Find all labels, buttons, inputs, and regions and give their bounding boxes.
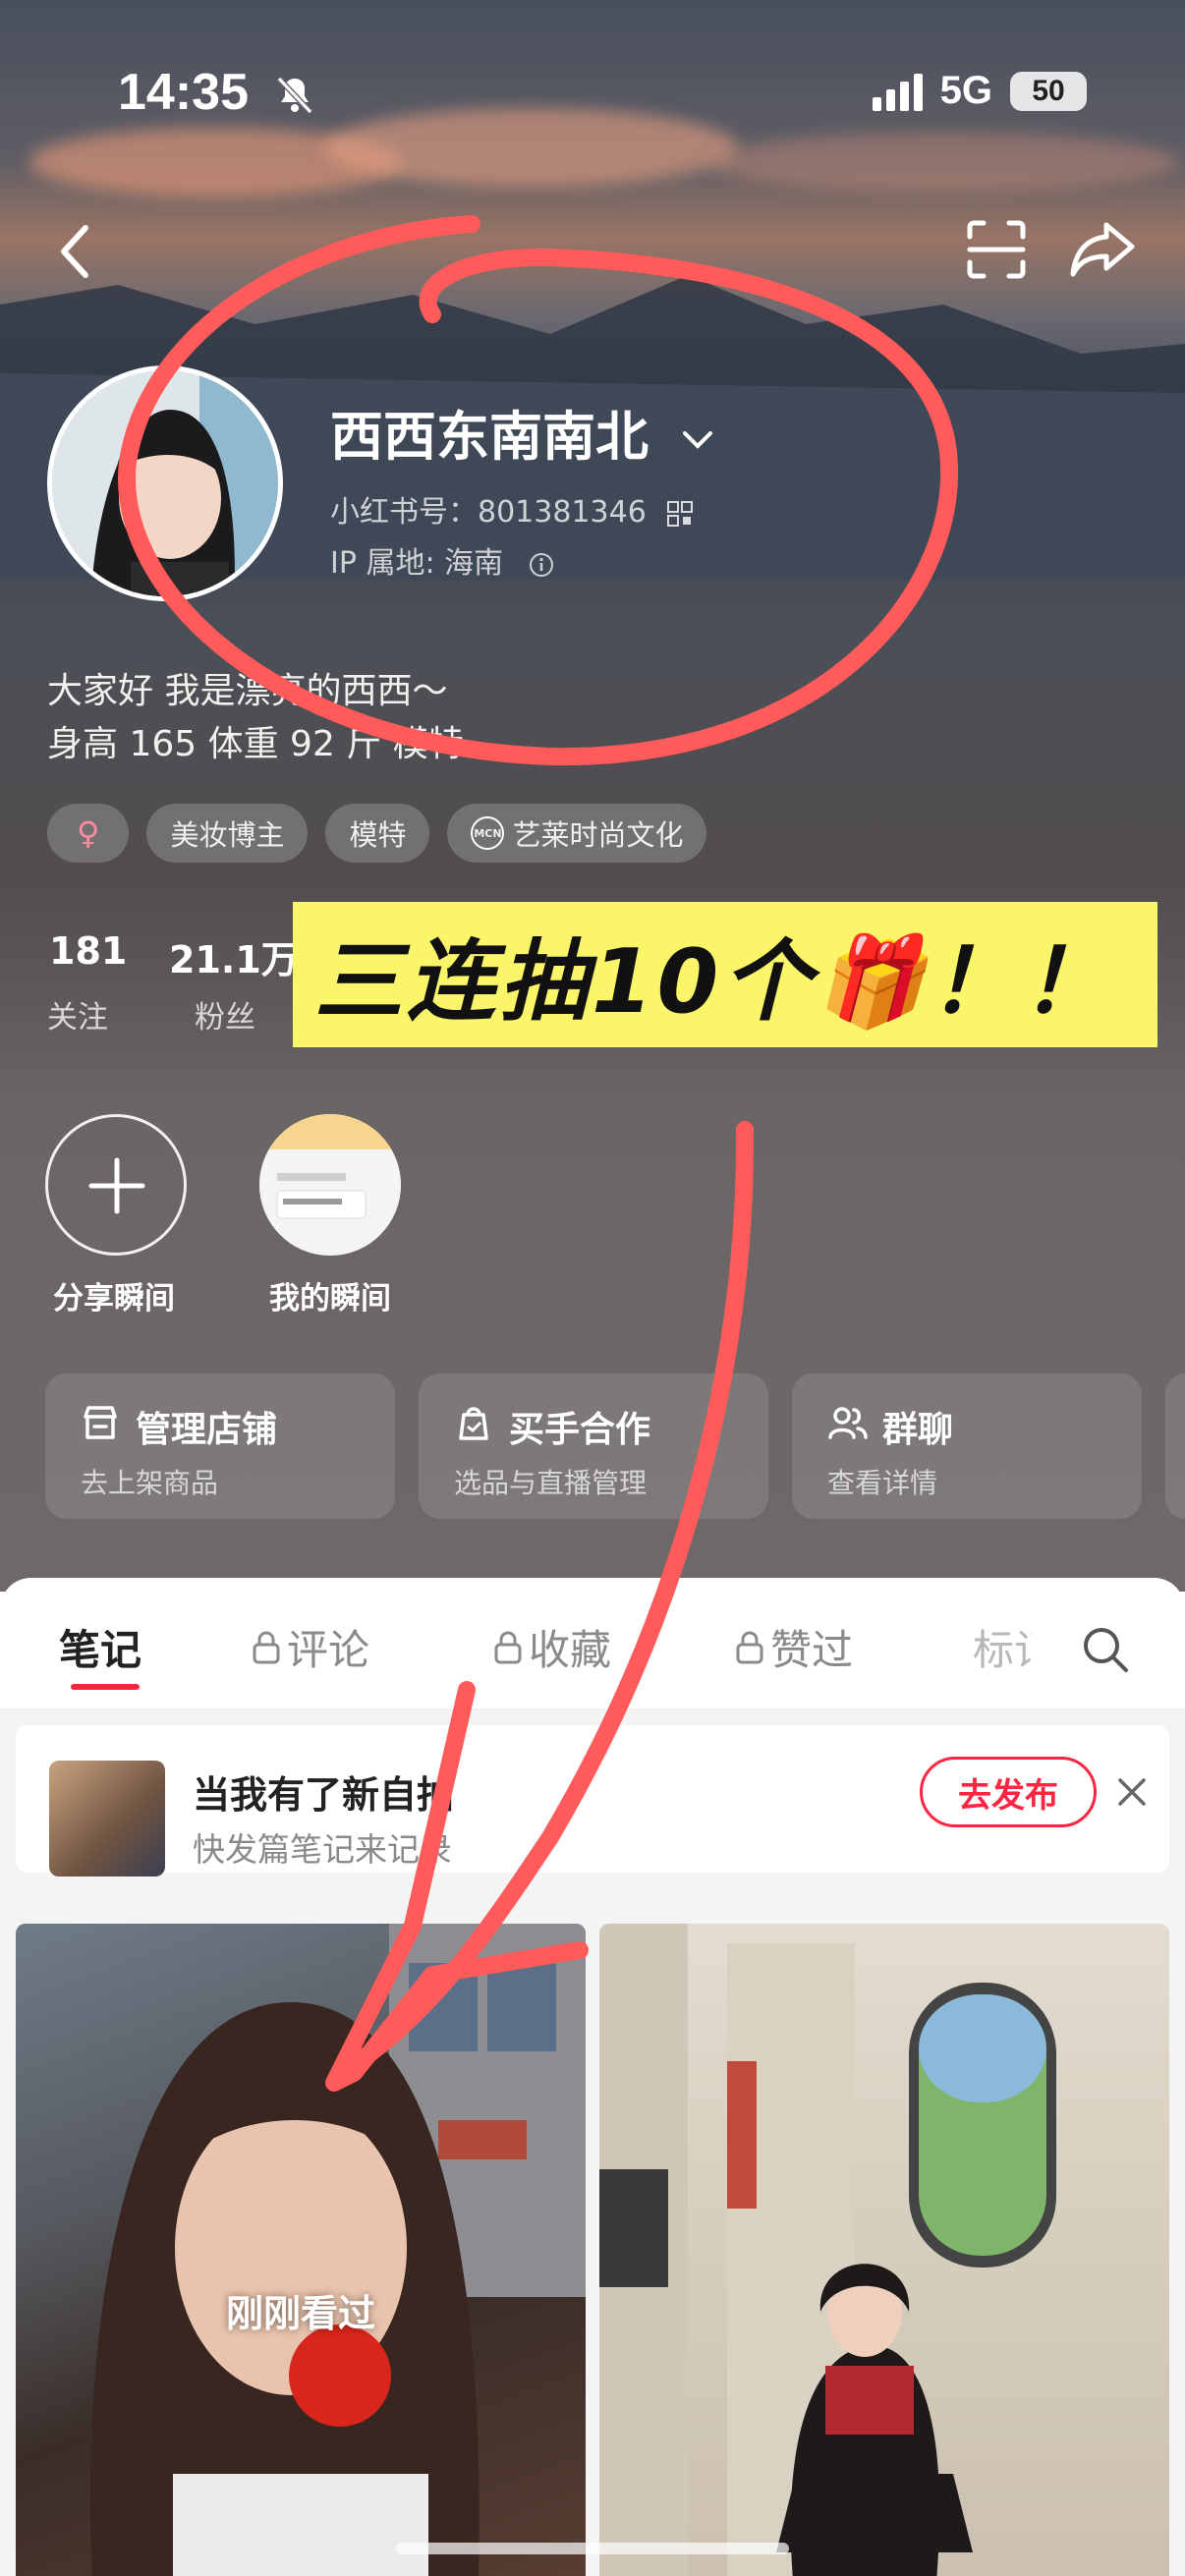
profile-header: 14:35 5G 50 西西东南南北 小红书号：801381346 IP 属地:…	[0, 0, 1185, 1592]
tab-label: 评论	[287, 1626, 370, 1674]
moment-preview	[259, 1114, 401, 1256]
tag-label: 艺莱时尚文化	[512, 818, 684, 852]
tab-marked[interactable]: 标记	[973, 1617, 1032, 1677]
tag-mcn[interactable]: MCN 艺莱时尚文化	[447, 804, 707, 863]
my-moment-label: 我的瞬间	[269, 1281, 391, 1316]
qr-code-icon[interactable]	[667, 500, 694, 527]
tool-more[interactable]	[1165, 1373, 1185, 1519]
tag-label: 美妆博主	[170, 818, 285, 852]
tab-comments[interactable]: 评论	[252, 1617, 369, 1677]
tag-beauty-blogger[interactable]: 美妆博主	[146, 804, 309, 863]
plus-icon	[88, 1157, 145, 1214]
store-icon	[84, 1406, 117, 1439]
lock-icon	[736, 1631, 763, 1663]
tab-label: 笔记	[59, 1626, 142, 1674]
profile-name-text: 西西东南南北	[330, 406, 649, 468]
tool-subtitle: 选品与直播管理	[454, 1467, 648, 1499]
tab-bar: 笔记 评论 收藏 赞过 标记	[0, 1578, 1185, 1709]
tool-title: 群聊	[882, 1410, 954, 1450]
my-moment-thumbnail[interactable]	[259, 1114, 401, 1256]
lock-icon	[253, 1631, 280, 1663]
network-type: 5G	[939, 69, 992, 112]
mcn-icon: MCN	[471, 816, 505, 850]
tag-model[interactable]: 模特	[325, 804, 430, 863]
prompt-subtitle: 快发篇笔记来记录	[193, 1830, 452, 1869]
tab-collections[interactable]: 收藏	[493, 1617, 611, 1677]
prompt-title: 当我有了新自拍	[193, 1773, 455, 1817]
tab-label: 收藏	[529, 1626, 612, 1674]
recently-viewed-label: 刚刚看过	[225, 2292, 375, 2335]
tab-liked[interactable]: 赞过	[735, 1617, 853, 1677]
scan-button[interactable]	[961, 214, 1032, 285]
bag-icon	[459, 1407, 488, 1440]
tool-group-chat[interactable]: 群聊 查看详情	[792, 1373, 1142, 1519]
share-button[interactable]	[1065, 214, 1140, 285]
chevron-down-icon[interactable]	[681, 428, 714, 452]
bio-line-2: 身高 165 体重 92 斤 模特	[47, 724, 464, 764]
tag-list: ♀ 美妆博主 模特 MCN 艺莱时尚文化	[47, 804, 707, 863]
bio-line-1: 大家好 我是漂亮的西西～	[47, 671, 448, 711]
tool-title: 管理店铺	[136, 1410, 278, 1450]
publish-button[interactable]: 去发布	[920, 1757, 1097, 1827]
profile-name[interactable]: 西西东南南北	[330, 393, 714, 471]
xhs-id-row: 小红书号：801381346	[330, 487, 694, 531]
note-cover-image	[599, 1924, 1056, 2576]
tool-subtitle: 查看详情	[827, 1467, 938, 1499]
battery-icon: 50	[1010, 71, 1087, 111]
xhs-id: 小红书号：801381346	[330, 495, 647, 530]
share-moment-label: 分享瞬间	[53, 1281, 175, 1316]
tag-gender: ♀	[47, 804, 130, 863]
ip-location-row: IP 属地: 海南	[330, 538, 554, 582]
share-arrow-icon	[1070, 222, 1135, 277]
home-indicator	[396, 2543, 789, 2554]
notes-section: 笔记 评论 收藏 赞过 标记 当我有了新自拍 快发篇笔记来记录 去发布	[0, 1578, 1185, 2576]
back-button[interactable]	[43, 216, 106, 287]
avatar[interactable]	[47, 365, 283, 601]
status-icons: 5G 50	[872, 69, 1087, 113]
tool-buyer-coop[interactable]: 买手合作 选品与直播管理	[419, 1373, 768, 1519]
tag-label: 模特	[349, 818, 407, 852]
avatar-photo	[52, 370, 278, 596]
new-selfie-prompt: 当我有了新自拍 快发篇笔记来记录 去发布	[16, 1725, 1169, 1876]
chevron-left-icon	[61, 225, 88, 278]
status-bar: 14:35 5G 50	[0, 0, 1185, 196]
note-card[interactable]: 刚刚看过	[16, 1924, 586, 2576]
tool-manage-store[interactable]: 管理店铺 去上架商品	[45, 1373, 395, 1519]
active-tab-indicator	[71, 1684, 140, 1690]
tab-notes[interactable]: 笔记	[59, 1617, 141, 1677]
group-icon	[828, 1407, 868, 1439]
scan-icon	[967, 220, 1026, 279]
status-time: 14:35	[118, 64, 249, 121]
followers-count[interactable]: 21.1万	[169, 929, 299, 983]
female-icon: ♀	[77, 814, 100, 852]
following-count[interactable]: 181	[49, 929, 127, 973]
prompt-thumbnail	[49, 1761, 165, 1876]
info-icon[interactable]	[529, 552, 554, 578]
close-icon[interactable]	[1114, 1774, 1150, 1810]
tool-title: 买手合作	[509, 1410, 651, 1450]
note-cover-image	[89, 1924, 586, 2576]
tab-label: 赞过	[770, 1626, 854, 1674]
ip-location: IP 属地: 海南	[330, 546, 504, 581]
giveaway-banner: 三连抽10个🎁！！	[293, 902, 1157, 1047]
tool-subtitle: 去上架商品	[81, 1467, 219, 1499]
mute-bell-icon	[276, 76, 313, 115]
search-icon[interactable]	[1081, 1625, 1130, 1674]
lock-icon	[494, 1631, 522, 1663]
followers-label: 粉丝	[195, 1000, 255, 1036]
giveaway-banner-text: 三连抽10个🎁！！	[314, 930, 1114, 1034]
share-moment-button[interactable]	[45, 1114, 187, 1256]
following-label: 关注	[47, 1000, 108, 1036]
tab-label: 标记	[973, 1626, 1032, 1674]
note-card[interactable]	[599, 1924, 1169, 2576]
signal-icon	[872, 72, 923, 111]
